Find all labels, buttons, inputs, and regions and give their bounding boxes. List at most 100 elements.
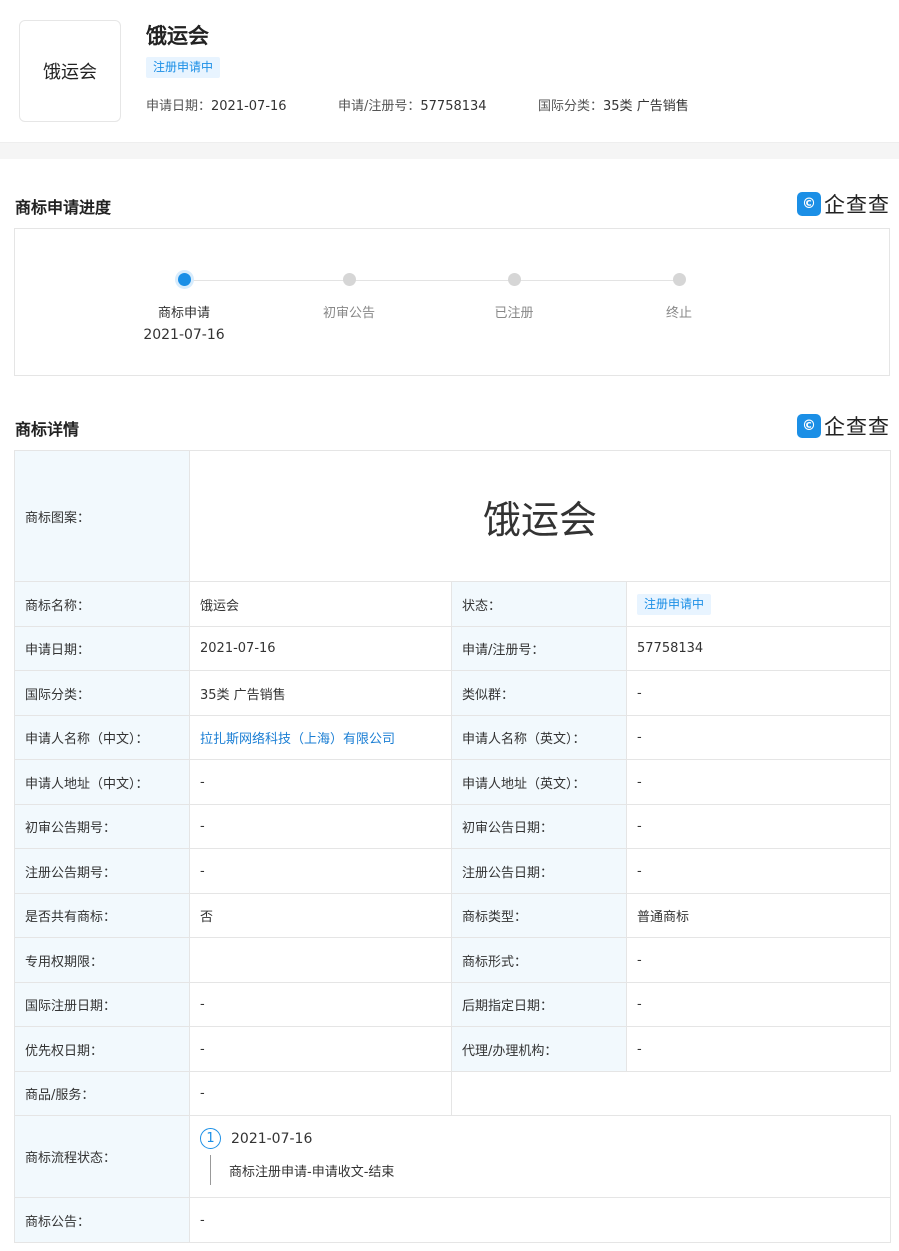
table-row: 商品/服务： - <box>14 1071 891 1116</box>
field-value: - <box>625 937 892 983</box>
field-value: - <box>625 1026 892 1072</box>
table-row: 商标名称： 饿运会 状态： 注册申请中 <box>14 581 892 627</box>
page-title: 饿运会 <box>146 24 209 48</box>
field-label: 申请人地址（英文）： <box>451 759 627 805</box>
meta-apply-date: 申请日期：2021-07-16 <box>146 99 287 114</box>
table-row: 是否共有商标： 否 商标类型： 普通商标 <box>14 893 892 938</box>
field-value: - <box>625 759 892 805</box>
table-row: 国际分类： 35类 广告销售 类似群： - <box>14 670 892 716</box>
trademark-image: 饿运会 <box>188 450 892 582</box>
field-label: 注册公告日期： <box>451 848 627 894</box>
field-label: 商标形式： <box>451 937 627 983</box>
field-value: 普通商标 <box>625 893 892 938</box>
field-label: 商标类型： <box>451 893 627 938</box>
field-value: - <box>625 848 892 894</box>
qichacha-logo-icon: © <box>797 414 821 438</box>
trademark-logo: 饿运会 <box>19 20 121 122</box>
progress-timeline: 商标申请 2021-07-16 初审公告 已注册 终止 <box>14 228 890 376</box>
table-row: 注册公告期号： - 注册公告日期： - <box>14 848 892 894</box>
meta-reg-number: 申请/注册号：57758134 <box>338 99 487 114</box>
step-dot-icon <box>342 273 356 286</box>
field-label: 申请/注册号： <box>451 626 627 671</box>
field-value: 35类 广告销售 <box>189 670 452 716</box>
field-label: 优先权日期： <box>14 1026 190 1072</box>
table-row: 商标公告： - <box>14 1197 892 1243</box>
field-value <box>189 937 452 983</box>
field-value: - <box>189 848 452 894</box>
qichacha-logo-icon: © <box>797 192 821 216</box>
flow-item-header: 1 2021-07-16 <box>200 1128 880 1149</box>
applicant-company-link[interactable]: 拉扎斯网络科技（上海）有限公司 <box>200 732 395 747</box>
table-row: 优先权日期： - 代理/办理机构： - <box>14 1026 892 1072</box>
field-label: 申请人名称（英文）： <box>451 715 627 760</box>
field-label: 商品/服务： <box>14 1071 190 1116</box>
field-label: 专用权期限： <box>14 937 190 983</box>
field-label: 初审公告期号： <box>14 804 190 849</box>
table-row: 申请人地址（中文）： - 申请人地址（英文）： - <box>14 759 892 805</box>
table-row: 初审公告期号： - 初审公告日期： - <box>14 804 892 849</box>
field-value: - <box>189 982 452 1027</box>
field-value: - <box>188 1197 892 1243</box>
field-label: 商标公告： <box>14 1197 190 1243</box>
field-label: 后期指定日期： <box>451 982 627 1027</box>
flow-description: 商标注册申请-申请收文-结束 <box>210 1155 880 1185</box>
meta-intl-class: 国际分类：35类 广告销售 <box>538 99 689 114</box>
status-badge: 注册申请中 <box>637 593 712 615</box>
progress-step-prelim: 初审公告 <box>289 273 409 321</box>
field-label: 申请人名称（中文）： <box>14 715 190 760</box>
progress-step-apply: 商标申请 2021-07-16 <box>124 273 244 343</box>
table-row: 专用权期限： 商标形式： - <box>14 937 892 983</box>
field-label: 代理/办理机构： <box>451 1026 627 1072</box>
flow-step-number-icon: 1 <box>200 1128 221 1149</box>
field-label: 申请日期： <box>14 626 190 671</box>
progress-line <box>191 280 678 281</box>
field-value: 拉扎斯网络科技（上海）有限公司 <box>189 715 452 760</box>
trademark-logo-text: 饿运会 <box>43 62 97 83</box>
field-label: 申请人地址（中文）： <box>14 759 190 805</box>
qichacha-brand-text: 企查查 <box>824 415 890 439</box>
field-value: - <box>625 982 892 1027</box>
qichacha-brand[interactable]: © 企查查 <box>797 189 890 219</box>
field-label: 类似群： <box>451 670 627 716</box>
details-table: 商标图案： 饿运会 商标名称： 饿运会 状态： 注册申请中 申请日期： 2021… <box>14 450 892 1243</box>
field-value: 2021-07-16 <box>189 626 452 671</box>
details-section-title: 商标详情 <box>15 420 80 439</box>
field-value: - <box>189 1071 452 1116</box>
step-dot-icon <box>507 273 521 286</box>
qichacha-brand-text: 企查查 <box>824 193 890 217</box>
field-label: 商标图案： <box>14 450 190 582</box>
step-dot-icon <box>672 273 686 286</box>
field-label: 国际注册日期： <box>14 982 190 1027</box>
field-value: - <box>189 804 452 849</box>
step-dot-icon <box>177 273 191 286</box>
field-value: 57758134 <box>625 626 892 671</box>
field-label: 注册公告期号： <box>14 848 190 894</box>
field-label: 状态： <box>451 581 627 627</box>
field-label: 商标名称： <box>14 581 190 627</box>
field-value: - <box>625 715 892 760</box>
field-label: 是否共有商标： <box>14 893 190 938</box>
progress-step-registered: 已注册 <box>454 273 574 321</box>
section-divider <box>0 143 899 159</box>
table-row: 申请日期： 2021-07-16 申请/注册号： 57758134 <box>14 626 892 671</box>
status-badge: 注册申请中 <box>146 57 221 78</box>
trademark-header: 饿运会 饿运会 注册申请中 申请日期：2021-07-16 申请/注册号：577… <box>0 0 899 143</box>
field-value: - <box>625 670 892 716</box>
table-row: 申请人名称（中文）： 拉扎斯网络科技（上海）有限公司 申请人名称（英文）： - <box>14 715 892 760</box>
field-value: - <box>625 804 892 849</box>
empty-cell <box>450 1071 891 1116</box>
flow-date: 2021-07-16 <box>231 1130 313 1147</box>
progress-section-title: 商标申请进度 <box>15 198 112 217</box>
field-label: 国际分类： <box>14 670 190 716</box>
table-row: 商标流程状态： 1 2021-07-16 商标注册申请-申请收文-结束 <box>14 1115 892 1198</box>
field-label: 初审公告日期： <box>451 804 627 849</box>
qichacha-brand[interactable]: © 企查查 <box>797 411 890 441</box>
field-value: - <box>189 1026 452 1072</box>
flow-status-cell: 1 2021-07-16 商标注册申请-申请收文-结束 <box>188 1115 892 1198</box>
field-value: 否 <box>189 893 452 938</box>
progress-step-terminated: 终止 <box>619 273 739 321</box>
table-row: 国际注册日期： - 后期指定日期： - <box>14 982 892 1027</box>
field-value: 注册申请中 <box>625 581 892 627</box>
table-row: 商标图案： 饿运会 <box>14 450 892 582</box>
field-label: 商标流程状态： <box>14 1115 190 1198</box>
